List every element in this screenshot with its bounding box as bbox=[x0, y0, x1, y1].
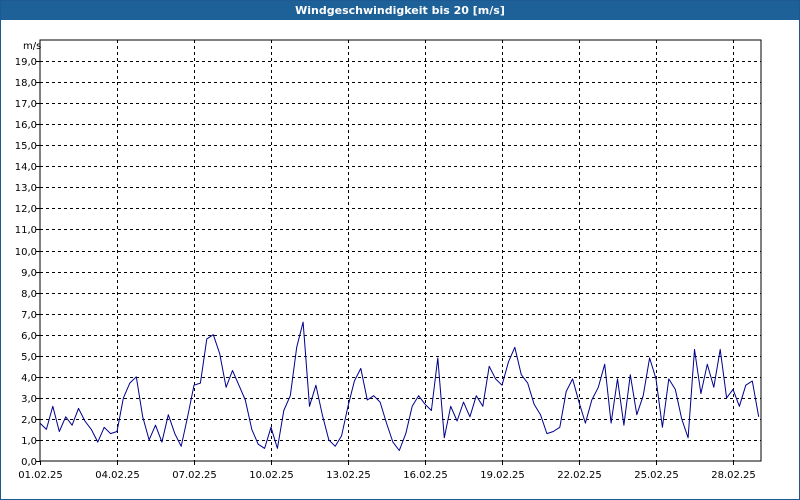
y-tick-label: 13,0 bbox=[15, 183, 37, 194]
y-tick-label: 1,0 bbox=[21, 436, 37, 447]
wind-speed-chart: 0,0 1,0 2,0 3,0 4,0 5,0 6,0 7,0 8,0 9,0 10,0 11,0 12… bbox=[15, 39, 762, 481]
x-tick-label: 22.02.25 bbox=[557, 470, 602, 481]
y-tick-label: 12,0 bbox=[15, 204, 37, 215]
x-tick-label: 28.02.25 bbox=[711, 470, 756, 481]
y-tick-label: 15,0 bbox=[15, 141, 37, 152]
y-tick-label: 19,0 bbox=[15, 57, 37, 68]
x-tick-label: 01.02.25 bbox=[18, 470, 63, 481]
wind-speed-line bbox=[39, 321, 760, 451]
x-tick-label: 16.02.25 bbox=[403, 470, 448, 481]
y-tick-label: 3,0 bbox=[21, 394, 37, 405]
x-tick-label: 25.02.25 bbox=[634, 470, 679, 481]
x-tick-label: 07.02.25 bbox=[172, 470, 217, 481]
y-tick-label: 7,0 bbox=[21, 310, 37, 321]
x-axis-ticks: 01.02.25 04.02.25 07.02.25 10.02.25 13.02.25… bbox=[18, 461, 756, 481]
series-group bbox=[39, 321, 760, 451]
y-tick-label: 4,0 bbox=[21, 373, 37, 384]
y-tick-label: 0,0 bbox=[21, 457, 37, 468]
y-tick-label: 17,0 bbox=[15, 99, 37, 110]
x-tick-label: 13.02.25 bbox=[326, 470, 371, 481]
y-tick-label: 14,0 bbox=[15, 162, 37, 173]
y-tick-label: 9,0 bbox=[21, 268, 37, 279]
y-axis-unit-label: m/s bbox=[23, 41, 41, 52]
x-tick-label: 10.02.25 bbox=[249, 470, 294, 481]
y-tick-label: 2,0 bbox=[21, 415, 37, 426]
y-tick-label: 16,0 bbox=[15, 120, 37, 131]
y-axis-ticks: 0,0 1,0 2,0 3,0 4,0 5,0 6,0 7,0 8,0 9,0 10,0 11,0 12… bbox=[15, 57, 40, 468]
y-tick-label: 6,0 bbox=[21, 331, 37, 342]
y-tick-label: 8,0 bbox=[21, 289, 37, 300]
y-tick-label: 5,0 bbox=[21, 352, 37, 363]
y-tick-label: 10,0 bbox=[15, 247, 37, 258]
grid-lines bbox=[40, 40, 761, 461]
chart-window: Windgeschwindigkeit bis 20 [m/s] 0,0 1,0 2… bbox=[0, 0, 800, 500]
y-tick-label: 11,0 bbox=[15, 225, 37, 236]
x-tick-label: 04.02.25 bbox=[95, 470, 140, 481]
y-tick-label: 18,0 bbox=[15, 78, 37, 89]
x-tick-label: 19.02.25 bbox=[480, 470, 525, 481]
